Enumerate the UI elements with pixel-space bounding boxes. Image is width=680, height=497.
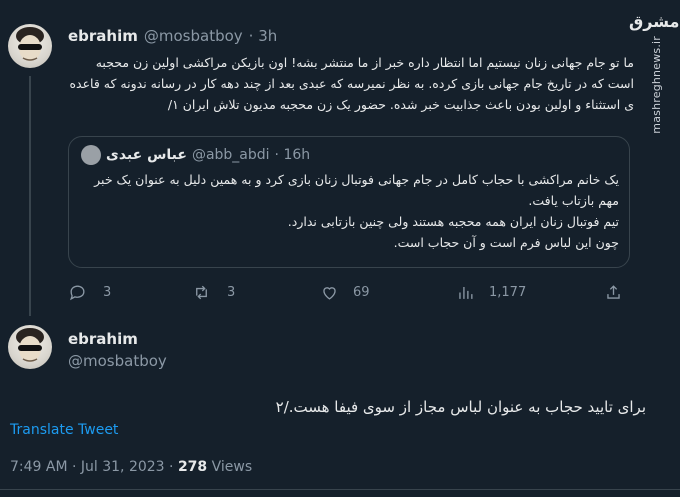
- retweet-count: 3: [227, 285, 236, 300]
- retweet-icon: [196, 285, 207, 300]
- quote-text: یک خانم مراکشی با حجاب کامل در جام جهانی…: [79, 169, 619, 253]
- like-count: 69: [353, 285, 370, 300]
- author-handle[interactable]: @mosbatboy: [144, 27, 243, 45]
- like-icon: [323, 287, 336, 300]
- divider: [0, 489, 680, 490]
- quoted-tweet[interactable]: عباس عبدی @abb_abdi · 16h یک خانم مراکشی…: [68, 136, 630, 268]
- translate-tweet-link[interactable]: Translate Tweet: [10, 422, 118, 438]
- reply-button[interactable]: 3: [68, 283, 111, 302]
- author-name[interactable]: ebrahim: [68, 27, 138, 45]
- tweet-text: ما تو جام جهانی زنان نیستیم اما انتظار د…: [69, 55, 634, 112]
- site-logo: مشرق: [629, 12, 680, 31]
- share-icon: [607, 285, 620, 299]
- quote-time: · 16h: [274, 147, 311, 163]
- timestamp-text: 7:49 AM · Jul 31, 2023 ·: [10, 459, 178, 475]
- quote-author-name: عباس عبدی: [106, 147, 187, 163]
- like-button[interactable]: 69: [320, 283, 370, 302]
- quote-line-1: یک خانم مراکشی با حجاب کامل در جام جهانی…: [94, 172, 619, 208]
- quote-line-3: چون این لباس فرم است و آن حجاب است.: [393, 235, 619, 250]
- avatar[interactable]: [8, 24, 52, 68]
- main-tweet-text: برای تایید حجاب به عنوان لباس مجاز از سو…: [275, 398, 646, 416]
- quote-line-2: تیم فوتبال زنان ایران همه محجبه هستند ول…: [287, 214, 619, 229]
- quote-header: عباس عبدی @abb_abdi · 16h: [81, 145, 310, 165]
- views-icon: [459, 286, 473, 299]
- views-label: Views: [207, 459, 253, 475]
- tweet-timestamp[interactable]: 7:49 AM · Jul 31, 2023 · 278 Views: [10, 459, 252, 475]
- quote-avatar: [81, 145, 101, 165]
- tweet-time[interactable]: · 3h: [249, 27, 278, 45]
- views-button[interactable]: 1,177: [456, 283, 526, 302]
- reply-icon: [70, 285, 85, 301]
- share-button[interactable]: [604, 283, 623, 302]
- tweet-header: ebrahim @mosbatboy · 3h: [68, 27, 277, 45]
- avatar-main[interactable]: [8, 325, 52, 369]
- retweet-button[interactable]: 3: [192, 283, 235, 302]
- reply-count: 3: [103, 285, 112, 300]
- views-number: 278: [177, 459, 208, 475]
- site-watermark: mashreghnews.ir: [650, 36, 663, 134]
- quote-author-handle: @abb_abdi: [191, 147, 270, 163]
- main-author-name[interactable]: ebrahim: [68, 330, 138, 348]
- main-author-handle[interactable]: @mosbatboy: [68, 352, 167, 370]
- views-count: 1,177: [489, 285, 527, 300]
- thread-line: [29, 76, 31, 316]
